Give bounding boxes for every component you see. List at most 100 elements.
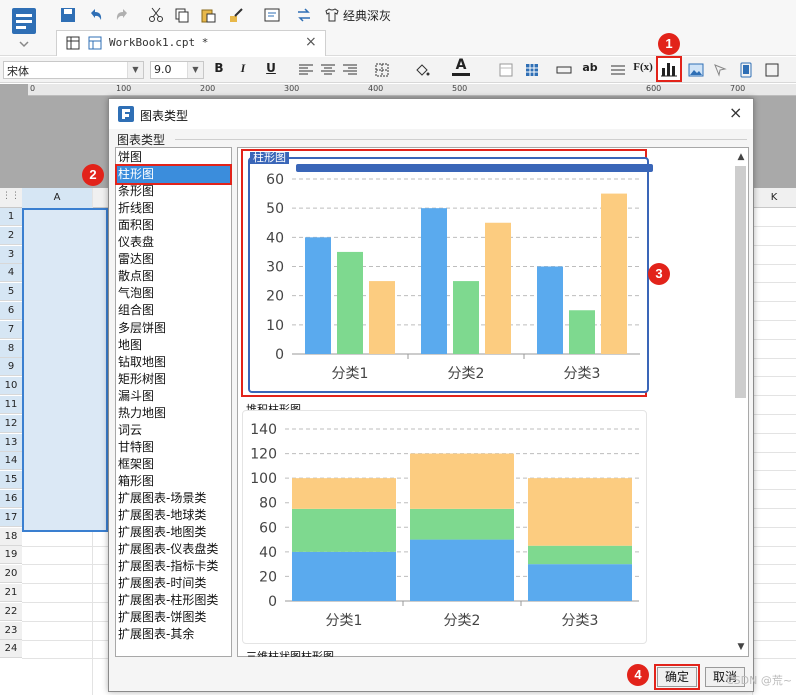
theme-label[interactable]: 经典深灰 [343,7,391,24]
row-header[interactable]: 7 [0,320,22,339]
frame-icon[interactable] [762,60,782,80]
row-header[interactable]: 23 [0,621,22,640]
font-color-button[interactable]: A [452,58,470,76]
format-brush-icon[interactable] [226,5,246,25]
chevron-down-icon[interactable]: ▼ [187,62,203,78]
scroll-down-icon[interactable]: ▼ [734,640,748,654]
column-k-header[interactable]: K [752,188,796,208]
select-all-icon[interactable]: ⋮⋮ [2,191,20,201]
row-header[interactable]: 2 [0,226,22,245]
font-name-select[interactable]: 宋体 ▼ [3,61,144,79]
scroll-up-icon[interactable]: ▲ [734,150,748,164]
chart-type-item[interactable]: 气泡图 [117,285,230,302]
row-header[interactable]: 18 [0,527,22,546]
align-left-icon[interactable] [296,60,316,80]
row-header[interactable]: 10 [0,377,22,396]
row-header[interactable]: 24 [0,640,22,659]
selected-cell-range[interactable] [22,208,108,532]
scrollbar-thumb[interactable] [735,166,746,398]
chart-type-item[interactable]: 扩展图表-柱形图类 [117,592,230,609]
chart-type-item[interactable]: 钻取地图 [117,354,230,371]
insert-image-icon[interactable] [686,60,706,80]
switch-icon[interactable] [294,5,314,25]
italic-button[interactable]: I [234,61,252,76]
column-a-header[interactable]: A [22,188,92,208]
chart-type-item[interactable]: 扩展图表-其余 [117,626,230,643]
row-header[interactable]: 9 [0,358,22,377]
bold-button[interactable]: B [210,61,228,75]
chart-type-item[interactable]: 扩展图表-时间类 [117,575,230,592]
redo-icon[interactable] [112,5,132,25]
insert-column-icon[interactable] [608,60,628,80]
chart-type-item[interactable]: 组合图 [117,302,230,319]
insert-chart-button[interactable] [656,56,682,82]
chart-type-item[interactable]: 扩展图表-场景类 [117,490,230,507]
dialog-close-button[interactable]: × [729,103,742,122]
chart-type-item[interactable]: 箱形图 [117,473,230,490]
chart-type-item[interactable]: 扩展图表-地图类 [117,524,230,541]
chart-type-item[interactable]: 矩形树图 [117,371,230,388]
undo-icon[interactable] [86,5,106,25]
chart-type-item[interactable]: 仪表盘 [117,234,230,251]
row-header[interactable]: 12 [0,414,22,433]
row-header[interactable]: 11 [0,396,22,414]
row-header[interactable]: 22 [0,602,22,621]
chart-type-item[interactable]: 地图 [117,337,230,354]
table-grid-icon[interactable] [522,60,542,80]
chart-type-item[interactable]: 饼图 [117,149,230,166]
workbook-tab[interactable]: WorkBook1.cpt * × [56,30,326,56]
chart-type-item[interactable]: 词云 [117,422,230,439]
phone-icon[interactable] [736,60,756,80]
theme-shirt-icon[interactable] [322,5,342,25]
stacked-column-chart-option[interactable]: 0 20 40 60 80 100 120 140 分类1 分类2 分类3 [242,410,647,644]
text-cell-button[interactable]: ab [578,61,602,74]
align-right-icon[interactable] [340,60,360,80]
chart-type-item[interactable]: 扩展图表-指标卡类 [117,558,230,575]
fill-color-icon[interactable] [412,60,432,80]
tab-close-button[interactable]: × [305,34,317,50]
chart-type-item[interactable]: 漏斗图 [117,388,230,405]
row-header[interactable]: 17 [0,508,22,527]
row-header[interactable]: 15 [0,471,22,490]
formula-button[interactable]: F(x) [632,61,654,73]
chart-type-item[interactable]: 条形图 [117,183,230,200]
chart-preview-panel[interactable]: 0102030405060分类1分类2分类3 柱形图 堆积柱形图 0204060… [237,147,749,657]
underline-button[interactable]: U [262,61,280,75]
chevron-down-icon[interactable]: ▼ [127,62,143,78]
chart-type-list[interactable]: 饼图 柱形图 条形图 折线图 面积图 仪表盘 雷达图 散点图 气泡图 组合图 多层饼图 地图 钻取地图矩… [115,147,232,657]
row-header[interactable]: 21 [0,584,22,602]
insert-row-icon[interactable] [554,60,574,80]
ok-button[interactable]: 确定 [654,664,700,690]
chart-type-item[interactable]: 甘特图 [117,439,230,456]
table-style-icon[interactable] [496,60,516,80]
app-menu-icon[interactable] [6,4,42,50]
chart-type-item[interactable]: 框架图 [117,456,230,473]
align-center-icon[interactable] [318,60,338,80]
chart-type-item[interactable]: 扩展图表-地球类 [117,507,230,524]
row-header[interactable]: 16 [0,490,22,508]
chart-type-item[interactable]: 扩展图表-饼图类 [117,609,230,626]
chart-type-item[interactable]: 多层饼图 [117,320,230,337]
template-icon[interactable] [262,5,282,25]
cut-icon[interactable] [146,5,166,25]
pointer-icon[interactable] [710,60,730,80]
column-chart-option[interactable]: 0 10 20 30 40 50 60 分类1 分类2 分类3 柱形图 [241,149,653,397]
font-size-select[interactable]: 9.0 ▼ [150,61,204,79]
row-header[interactable]: 6 [0,302,22,320]
chart-type-item[interactable]: 柱形图 [115,164,232,186]
row-header[interactable]: 20 [0,565,22,584]
paste-icon[interactable] [198,5,218,25]
chart-type-item[interactable]: 面积图 [117,217,230,234]
row-header[interactable]: 19 [0,546,22,565]
row-header[interactable]: 5 [0,283,22,302]
row-header[interactable]: 13 [0,433,22,452]
save-icon[interactable] [58,5,78,25]
row-header[interactable]: 1 [0,208,22,226]
row-header[interactable]: 8 [0,339,22,358]
chart-type-item[interactable]: 热力地图 [117,405,230,422]
chart-type-item[interactable]: 雷达图 [117,251,230,268]
chart-type-item[interactable]: 散点图 [117,268,230,285]
row-header[interactable]: 4 [0,264,22,283]
copy-icon[interactable] [172,5,192,25]
chart-type-item[interactable]: 折线图 [117,200,230,217]
